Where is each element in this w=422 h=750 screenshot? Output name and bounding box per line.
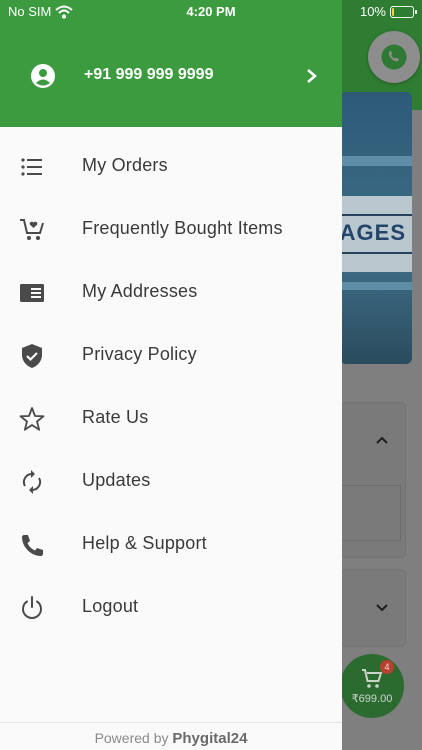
navigation-drawer: +91 999 999 9999 My Orders Frequently Bo… bbox=[0, 0, 342, 750]
star-icon bbox=[19, 407, 45, 431]
profile-phone: +91 999 999 9999 bbox=[84, 66, 214, 83]
shield-check-icon bbox=[22, 344, 42, 368]
powered-by-label: Powered by bbox=[94, 730, 169, 746]
status-bar: No SIM 4:20 PM 10% bbox=[0, 0, 422, 24]
address-card-icon bbox=[20, 284, 44, 302]
brand-name: Phygital24 bbox=[172, 730, 248, 747]
menu-item-my-orders[interactable]: My Orders bbox=[0, 134, 342, 197]
background-banner: AGES bbox=[340, 92, 412, 364]
menu-label: My Addresses bbox=[82, 281, 198, 301]
chevron-right-icon bbox=[307, 69, 317, 83]
profile-row[interactable]: +91 999 999 9999 bbox=[0, 56, 342, 96]
status-time: 4:20 PM bbox=[186, 4, 236, 19]
cart-heart-icon bbox=[20, 219, 44, 240]
menu-label: Logout bbox=[82, 596, 139, 616]
menu-item-updates[interactable]: Updates bbox=[0, 449, 342, 512]
background-panel-expanded bbox=[340, 402, 406, 558]
chevron-up-icon bbox=[376, 436, 388, 444]
menu-item-logout[interactable]: Logout bbox=[0, 575, 342, 638]
footer-divider bbox=[0, 722, 342, 723]
menu-label: Rate Us bbox=[82, 407, 149, 427]
menu-item-frequently-bought[interactable]: Frequently Bought Items bbox=[0, 197, 342, 260]
menu-label: Frequently Bought Items bbox=[82, 218, 283, 238]
phone-icon bbox=[22, 535, 43, 556]
menu-label: My Orders bbox=[82, 155, 168, 175]
drawer-menu: My Orders Frequently Bought Items My Add… bbox=[0, 134, 342, 638]
whatsapp-button[interactable] bbox=[368, 31, 420, 83]
menu-item-my-addresses[interactable]: My Addresses bbox=[0, 260, 342, 323]
powered-by-footer: Powered by Phygital24 bbox=[0, 730, 342, 747]
menu-item-privacy-policy[interactable]: Privacy Policy bbox=[0, 323, 342, 386]
refresh-icon bbox=[22, 470, 42, 494]
background-panel-collapsed bbox=[340, 569, 406, 647]
menu-item-help-support[interactable]: Help & Support bbox=[0, 512, 342, 575]
cart-total: ₹699.00 bbox=[351, 692, 393, 705]
menu-item-rate-us[interactable]: Rate Us bbox=[0, 386, 342, 449]
account-circle-icon bbox=[31, 64, 55, 88]
list-icon bbox=[21, 158, 42, 176]
menu-label: Privacy Policy bbox=[82, 344, 197, 364]
power-icon bbox=[22, 596, 42, 619]
whatsapp-icon bbox=[381, 44, 407, 70]
chevron-down-icon bbox=[376, 604, 388, 612]
banner-text: AGES bbox=[340, 220, 406, 245]
menu-label: Updates bbox=[82, 470, 151, 490]
cart-count-badge: 4 bbox=[380, 660, 394, 674]
battery-percent: 10% bbox=[359, 4, 386, 19]
battery-icon bbox=[390, 5, 417, 18]
menu-label: Help & Support bbox=[82, 533, 207, 553]
cart-button[interactable]: ₹699.00 bbox=[340, 654, 404, 718]
